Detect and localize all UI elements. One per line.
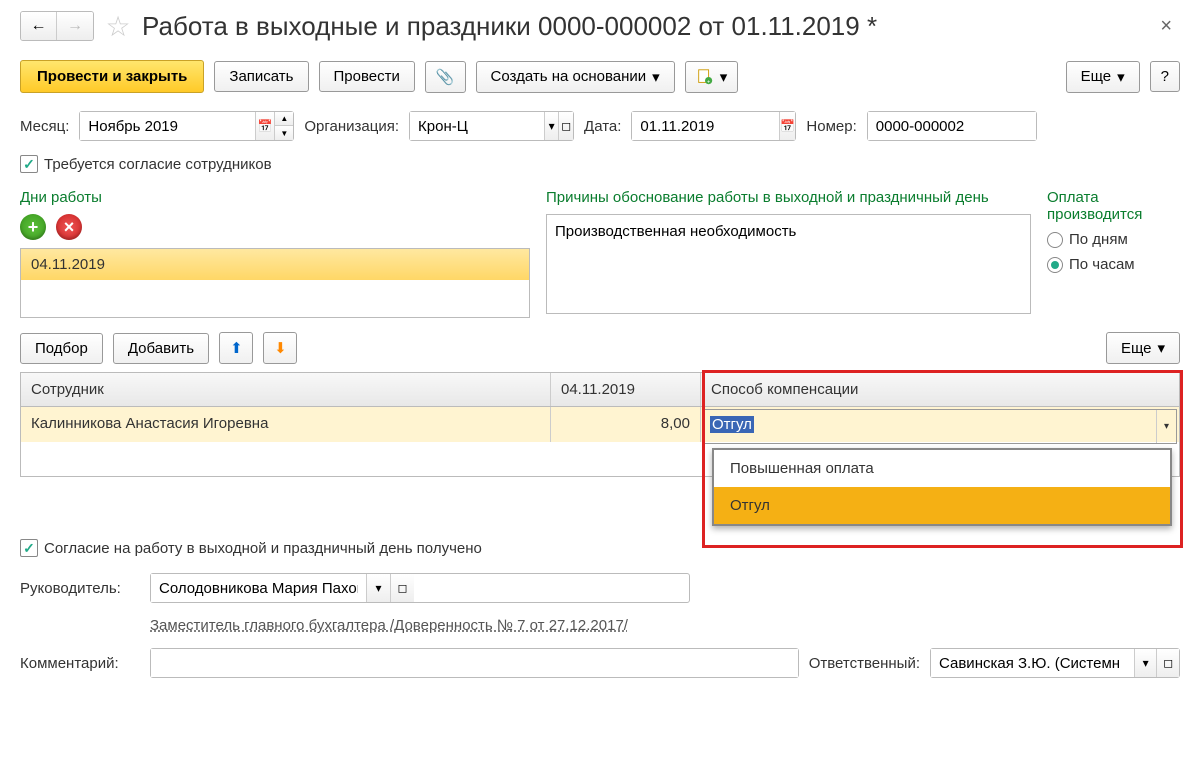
calendar-icon[interactable]: 📅 — [779, 112, 795, 140]
cell-employee[interactable]: Калинникова Анастасия Игоревна — [21, 407, 551, 442]
chevron-down-icon: ▾ — [720, 68, 728, 86]
delete-day-button[interactable]: × — [56, 214, 82, 240]
save-button[interactable]: Записать — [214, 61, 308, 92]
number-input[interactable] — [868, 112, 1036, 140]
manager-label: Руководитель: — [20, 580, 140, 597]
attach-button[interactable]: 📎 — [425, 61, 466, 93]
col-compensation[interactable]: Способ компенсации — [701, 373, 1179, 406]
consent-label: Требуется согласие сотрудников — [44, 156, 272, 173]
dropdown-option-dayoff[interactable]: Отгул — [714, 487, 1170, 524]
open-icon[interactable]: ◻ — [558, 112, 573, 140]
document-icon: + — [696, 68, 714, 86]
consent-checkbox[interactable]: ✓ — [20, 155, 38, 173]
pick-button[interactable]: Подбор — [20, 333, 103, 364]
chevron-down-icon[interactable]: ▾ — [544, 112, 559, 140]
work-consent-label: Согласие на работу в выходной и празднич… — [44, 540, 482, 557]
reason-title: Причины обоснование работы в выходной и … — [546, 189, 1031, 206]
manager-position-link[interactable]: Заместитель главного бухгалтера /Доверен… — [150, 617, 628, 634]
col-employee[interactable]: Сотрудник — [21, 373, 551, 406]
calendar-icon[interactable]: 📅 — [255, 112, 274, 140]
svg-text:+: + — [707, 79, 710, 85]
chevron-down-icon: ▾ — [652, 68, 660, 86]
chevron-down-icon[interactable]: ▾ — [366, 574, 390, 602]
forward-button[interactable]: → — [57, 12, 93, 40]
org-label: Организация: — [304, 118, 399, 135]
responsible-input[interactable] — [931, 649, 1134, 677]
col-date[interactable]: 04.11.2019 — [551, 373, 701, 406]
open-icon[interactable]: ◻ — [390, 574, 414, 602]
create-based-button[interactable]: Создать на основании ▾ — [476, 61, 675, 93]
days-title: Дни работы — [20, 189, 530, 206]
date-label: Дата: — [584, 118, 621, 135]
org-input[interactable] — [410, 112, 544, 140]
chevron-down-icon: ▾ — [1157, 339, 1165, 357]
help-button[interactable]: ? — [1150, 61, 1180, 92]
reason-textarea[interactable]: Производственная необходимость — [546, 214, 1031, 314]
comment-label: Комментарий: — [20, 655, 140, 672]
responsible-label: Ответственный: — [809, 655, 920, 672]
table-row[interactable]: Калинникова Анастасия Игоревна 8,00 Отгу… — [21, 407, 1179, 442]
radio-icon — [1047, 232, 1063, 248]
star-icon[interactable]: ☆ — [102, 10, 134, 42]
close-icon[interactable]: × — [1152, 11, 1180, 42]
move-up-button[interactable]: ⬆ — [219, 332, 253, 364]
days-list[interactable]: 04.11.2019 — [20, 248, 530, 318]
chevron-down-icon: ▾ — [1117, 68, 1125, 86]
work-consent-checkbox[interactable]: ✓ — [20, 539, 38, 557]
open-icon[interactable]: ◻ — [1156, 649, 1179, 677]
document-button[interactable]: + ▾ — [685, 61, 739, 93]
month-label: Месяц: — [20, 118, 69, 135]
table-more-button[interactable]: Еще ▾ — [1106, 332, 1180, 364]
chevron-down-icon[interactable]: ▾ — [1156, 410, 1176, 443]
dropdown-option-paid[interactable]: Повышенная оплата — [714, 450, 1170, 487]
month-up[interactable]: ▲ — [275, 112, 293, 126]
comp-value: Отгул — [710, 416, 754, 433]
add-day-button[interactable]: + — [20, 214, 46, 240]
payment-title: Оплата производится — [1047, 189, 1180, 223]
day-item[interactable]: 04.11.2019 — [21, 249, 529, 280]
radio-icon — [1047, 257, 1063, 273]
back-button[interactable]: ← — [21, 12, 57, 40]
comment-input[interactable] — [151, 649, 798, 677]
submit-button[interactable]: Провести — [319, 61, 415, 92]
payment-by-days[interactable]: По дням — [1047, 231, 1180, 248]
more-button[interactable]: Еще ▾ — [1066, 61, 1140, 93]
payment-by-hours[interactable]: По часам — [1047, 256, 1180, 273]
number-label: Номер: — [806, 118, 856, 135]
cell-hours[interactable]: 8,00 — [551, 407, 701, 442]
page-title: Работа в выходные и праздники 0000-00000… — [142, 11, 877, 42]
date-input[interactable] — [632, 112, 779, 140]
paperclip-icon: 📎 — [436, 68, 455, 86]
submit-close-button[interactable]: Провести и закрыть — [20, 60, 204, 93]
add-button[interactable]: Добавить — [113, 333, 209, 364]
chevron-down-icon[interactable]: ▾ — [1134, 649, 1157, 677]
compensation-dropdown[interactable]: Повышенная оплата Отгул — [712, 448, 1172, 526]
move-down-button[interactable]: ⬇ — [263, 332, 297, 364]
cell-compensation[interactable]: Отгул ▾ — [701, 407, 1179, 442]
month-down[interactable]: ▼ — [275, 126, 293, 140]
manager-input[interactable] — [151, 574, 366, 602]
month-input[interactable] — [80, 112, 255, 140]
